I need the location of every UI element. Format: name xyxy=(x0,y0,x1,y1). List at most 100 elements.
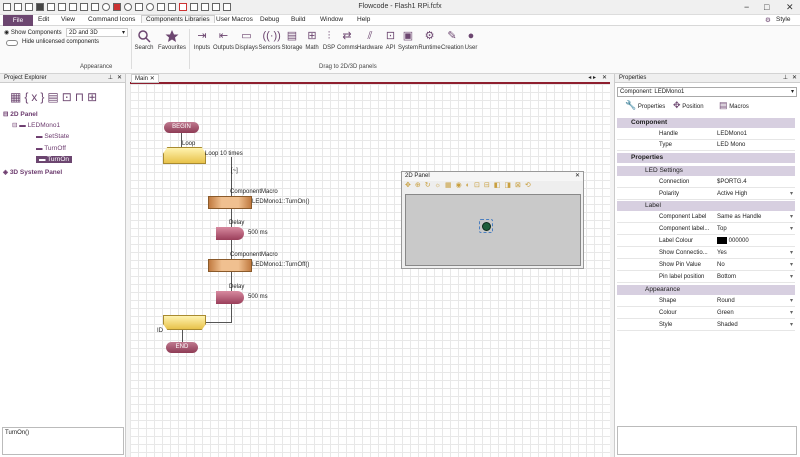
ribbon-displays-button[interactable]: ▭ Displays xyxy=(235,29,258,51)
chevron-down-icon[interactable]: ▾ xyxy=(790,189,793,200)
flowchart-canvas[interactable] xyxy=(130,84,610,457)
category-led-settings[interactable]: LED Settings xyxy=(617,166,795,176)
tab-close-all-icon[interactable]: ✕ xyxy=(602,74,607,81)
category-label-group[interactable]: Label xyxy=(617,201,795,211)
prop-polarity[interactable]: Polarity Active High ▾ xyxy=(617,189,795,200)
delay-block-2[interactable] xyxy=(216,291,244,304)
prop-handle[interactable]: Handle LEDMono1 xyxy=(617,129,795,140)
show-components-select[interactable]: 2D and 3D ▾ xyxy=(66,28,128,37)
ribbon-storage-button[interactable]: ▤ Storage xyxy=(281,29,303,51)
reset-icon[interactable]: ⟲ xyxy=(525,182,535,189)
chevron-down-icon[interactable]: ▾ xyxy=(790,212,793,223)
ribbon-creation-button[interactable]: ✎ Creation xyxy=(441,29,464,51)
prop-type[interactable]: Type LED Mono xyxy=(617,140,795,151)
grid-icon[interactable]: ▦ xyxy=(445,182,456,189)
menu-file[interactable]: File xyxy=(3,15,33,26)
close-icon[interactable]: ✕ xyxy=(575,172,580,181)
chevron-down-icon[interactable]: ▾ xyxy=(790,320,793,331)
menu-user-macros[interactable]: User Macros xyxy=(216,16,253,23)
menu-components-libraries[interactable]: Components Libraries xyxy=(141,15,215,23)
favourites-button[interactable]: Favourites xyxy=(158,29,186,51)
category-component[interactable]: Component xyxy=(617,118,795,128)
led-selection[interactable] xyxy=(479,219,493,233)
menu-build[interactable]: Build xyxy=(291,16,305,23)
ribbon-dsp-button[interactable]: ⫶ DSP xyxy=(321,29,337,51)
delay-block-1[interactable] xyxy=(216,227,244,240)
category-properties[interactable]: Properties xyxy=(617,153,795,163)
tab-close-icon[interactable]: ✕ xyxy=(150,76,155,82)
ribbon-api-button[interactable]: ⊡ API xyxy=(383,29,398,51)
maximize-button[interactable]: □ xyxy=(764,2,769,12)
tab-macros[interactable]: ▤ Macros xyxy=(719,100,749,111)
tree-component[interactable]: ⊟ ▬ LEDMono1 xyxy=(12,121,60,129)
chips-icon[interactable]: ⊞ xyxy=(87,90,100,104)
chevron-down-icon[interactable]: ▾ xyxy=(790,308,793,319)
ribbon-sensors-button[interactable]: ((·)) Sensors xyxy=(258,29,281,51)
category-appearance[interactable]: Appearance xyxy=(617,285,795,295)
camera-icon[interactable]: ◉ xyxy=(456,182,466,189)
fit-icon[interactable]: ⊠ xyxy=(515,182,525,189)
prop-shape[interactable]: Shape Round ▾ xyxy=(617,296,795,307)
view-icon[interactable]: ◐ xyxy=(466,182,474,189)
tree-macro-setstate[interactable]: ▬ SetState xyxy=(36,133,69,140)
chevron-down-icon[interactable]: ▾ xyxy=(790,272,793,283)
panel-icon[interactable]: ▦ xyxy=(10,90,24,104)
menu-view[interactable]: View xyxy=(61,16,75,23)
close-icon[interactable]: ✕ xyxy=(117,74,122,83)
tree-macro-turnon[interactable]: ▬ TurnOn xyxy=(36,156,72,163)
prop-style[interactable]: Style Shaded ▾ xyxy=(617,320,795,331)
pan-icon[interactable]: ✥ xyxy=(405,182,415,189)
tab-main[interactable]: Main ✕ xyxy=(131,74,159,83)
component-selector[interactable]: Component: LEDMono1 ▾ xyxy=(617,87,797,97)
close-icon[interactable]: ✕ xyxy=(792,74,797,83)
prop-pin-label-position[interactable]: Pin label position Bottom ▾ xyxy=(617,272,795,283)
component-macro-turnon[interactable] xyxy=(208,196,252,209)
variables-icon[interactable]: {x} xyxy=(24,90,47,104)
back-icon[interactable]: ◨ xyxy=(504,182,515,189)
ribbon-runtime-button[interactable]: ⚙ Runtime xyxy=(418,29,441,51)
pin-icon[interactable]: ⊥ xyxy=(108,74,113,83)
front-icon[interactable]: ◧ xyxy=(494,182,505,189)
begin-terminator[interactable]: BEGIN xyxy=(164,122,199,133)
ribbon-outputs-button[interactable]: ⇤ Outputs xyxy=(212,29,235,51)
prop-component-label[interactable]: Component Label Same as Handle ▾ xyxy=(617,212,795,223)
pin-icon[interactable]: ⊥ xyxy=(783,74,788,83)
chevron-down-icon[interactable]: ▾ xyxy=(790,224,793,235)
minimize-button[interactable]: − xyxy=(744,2,749,12)
align-icon[interactable]: ⊟ xyxy=(484,182,494,189)
ribbon-comms-button[interactable]: ⇄ Comms xyxy=(337,29,358,51)
tab-scroll-icon[interactable]: ◂ ▸ xyxy=(588,74,596,81)
light-icon[interactable]: ☼ xyxy=(435,182,445,189)
tree-macro-turnoff[interactable]: ▬ TurnOff xyxy=(36,145,66,152)
prop-show-connections[interactable]: Show Connectio... Yes ▾ xyxy=(617,248,795,259)
prop-connection[interactable]: Connection $PORTG.4 xyxy=(617,177,795,188)
ribbon-math-button[interactable]: ⊞ Math xyxy=(303,29,321,51)
zoom-icon[interactable]: ⊕ xyxy=(415,182,425,189)
style-gear-icon[interactable]: ⚙ xyxy=(765,16,771,24)
snap-icon[interactable]: ⊡ xyxy=(474,182,484,189)
io-icon[interactable]: ⊡ xyxy=(62,90,75,104)
rotate-icon[interactable]: ↻ xyxy=(425,182,435,189)
ribbon-inputs-button[interactable]: ⇥ Inputs xyxy=(192,29,212,51)
loop-end[interactable] xyxy=(163,315,206,330)
chevron-down-icon[interactable]: ▾ xyxy=(790,248,793,259)
prop-show-pin-value[interactable]: Show Pin Value No ▾ xyxy=(617,260,795,271)
prop-label-colour[interactable]: Label Colour 000000 xyxy=(617,236,795,247)
prop-component-label-position[interactable]: Component label... Top ▾ xyxy=(617,224,795,235)
chevron-down-icon[interactable]: ▾ xyxy=(790,260,793,271)
menu-command-icons[interactable]: Command Icons xyxy=(88,16,135,23)
led-component[interactable] xyxy=(482,222,491,231)
tab-position[interactable]: ✥ Position xyxy=(673,100,704,111)
menu-edit[interactable]: Edit xyxy=(38,16,49,23)
macro-icon[interactable]: ▤ xyxy=(47,90,61,104)
component-macro-turnoff[interactable] xyxy=(208,259,252,272)
chevron-down-icon[interactable]: ▾ xyxy=(790,296,793,307)
hide-unlicensed-toggle[interactable] xyxy=(6,40,18,46)
menu-window[interactable]: Window xyxy=(320,16,343,23)
tab-properties[interactable]: 🔧 Properties xyxy=(625,100,665,111)
ribbon-hardware-button[interactable]: ⫽ Hardware xyxy=(357,29,383,51)
search-button[interactable]: Search xyxy=(134,29,154,51)
menu-style[interactable]: Style xyxy=(776,16,790,23)
panel-2d-canvas[interactable] xyxy=(405,194,581,266)
tree-2d-panel[interactable]: ⊟ 2D Panel xyxy=(3,110,38,118)
